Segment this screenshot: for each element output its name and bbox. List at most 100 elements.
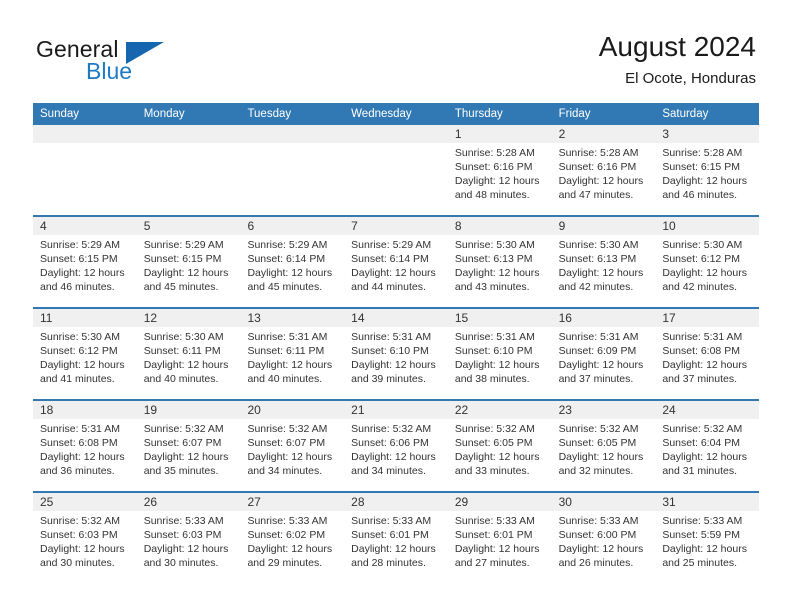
day-detail-line: Sunset: 6:05 PM	[558, 437, 637, 449]
day-detail-line: and 43 minutes.	[454, 281, 530, 293]
day-number[interactable]: 24	[655, 401, 759, 419]
day-cell[interactable]: Sunrise: 5:33 AM Sunset: 6:02 PM Daylight:…	[240, 511, 344, 583]
day-cell[interactable]: Sunrise: 5:30 AM Sunset: 6:13 PM Daylight:…	[552, 235, 656, 307]
day-number[interactable]: 2	[552, 125, 656, 143]
page-subtitle: El Ocote, Honduras	[625, 70, 756, 87]
day-number[interactable]: 19	[137, 401, 241, 419]
day-cell[interactable]: Sunrise: 5:33 AM Sunset: 5:59 PM Daylight:…	[655, 511, 759, 583]
day-cell[interactable]: Sunrise: 5:33 AM Sunset: 6:01 PM Daylight:…	[344, 511, 448, 583]
day-number[interactable]: 30	[552, 493, 656, 511]
day-number[interactable]: 31	[655, 493, 759, 511]
day-number[interactable]: 12	[137, 309, 241, 327]
day-cell[interactable]: Sunrise: 5:33 AM Sunset: 6:01 PM Daylight:…	[448, 511, 552, 583]
day-detail-line: Sunset: 6:10 PM	[351, 345, 429, 357]
day-cell[interactable]: Sunrise: 5:31 AM Sunset: 6:08 PM Daylight:…	[655, 327, 759, 399]
day-detail-line: Sunrise: 5:29 AM	[40, 239, 120, 251]
day-detail-line: Sunrise: 5:29 AM	[247, 239, 328, 251]
day-cell[interactable]: Sunrise: 5:29 AM Sunset: 6:15 PM Daylight:…	[33, 235, 137, 307]
day-detail-line: Daylight: 12 hours	[558, 543, 644, 555]
day-detail-line: Sunrise: 5:32 AM	[662, 423, 743, 435]
calendar-week-row: 11 12 13 14 15 16 17 Sunrise: 5:30 AM Sunset: 6:…	[33, 307, 759, 399]
day-number[interactable]: 25	[33, 493, 137, 511]
day-detail-line: Sunset: 6:11 PM	[247, 345, 325, 357]
day-number[interactable]: 18	[33, 401, 137, 419]
day-cell[interactable]: Sunrise: 5:30 AM Sunset: 6:12 PM Daylight:…	[655, 235, 759, 307]
day-number[interactable]: 6	[240, 217, 344, 235]
day-number[interactable]: 14	[344, 309, 448, 327]
day-cell[interactable]: Sunrise: 5:29 AM Sunset: 6:14 PM Daylight:…	[344, 235, 448, 307]
day-detail-row: Sunrise: 5:32 AM Sunset: 6:03 PM Daylight:…	[33, 511, 759, 583]
day-cell[interactable]: Sunrise: 5:32 AM Sunset: 6:07 PM Daylight:…	[137, 419, 241, 491]
title-block: August 2024 El Ocote, Honduras	[599, 30, 756, 90]
day-cell[interactable]: Sunrise: 5:32 AM Sunset: 6:05 PM Daylight:…	[448, 419, 552, 491]
weekday-header-friday: Friday	[558, 108, 591, 120]
day-cell[interactable]: Sunrise: 5:28 AM Sunset: 6:15 PM Daylight:…	[655, 143, 759, 215]
day-cell[interactable]: Sunrise: 5:28 AM Sunset: 6:16 PM Daylight:…	[552, 143, 656, 215]
day-cell[interactable]: Sunrise: 5:32 AM Sunset: 6:04 PM Daylight:…	[655, 419, 759, 491]
day-number-row: 18 19 20 21 22 23 24	[33, 401, 759, 419]
day-number[interactable]: 21	[344, 401, 448, 419]
day-cell[interactable]: Sunrise: 5:33 AM Sunset: 6:00 PM Daylight:…	[552, 511, 656, 583]
day-detail-line: and 37 minutes.	[558, 373, 634, 385]
day-number[interactable]: 26	[137, 493, 241, 511]
day-detail-line: and 41 minutes.	[40, 373, 115, 385]
day-number[interactable]: 5	[137, 217, 241, 235]
day-cell[interactable]: Sunrise: 5:30 AM Sunset: 6:11 PM Daylight:…	[137, 327, 241, 399]
day-number[interactable]: 1	[448, 125, 552, 143]
day-number[interactable]: 20	[240, 401, 344, 419]
day-number[interactable]: 8	[448, 217, 552, 235]
day-detail-line: Daylight: 12 hours	[247, 359, 333, 371]
day-cell[interactable]: Sunrise: 5:29 AM Sunset: 6:15 PM Daylight:…	[137, 235, 241, 307]
day-number[interactable]: 7	[344, 217, 448, 235]
day-detail-line: and 34 minutes.	[247, 465, 323, 477]
day-detail-row: Sunrise: 5:29 AM Sunset: 6:15 PM Daylight:…	[33, 235, 759, 307]
day-detail-line: Sunrise: 5:33 AM	[662, 515, 743, 527]
day-number[interactable]: 9	[552, 217, 656, 235]
day-cell[interactable]: Sunrise: 5:33 AM Sunset: 6:03 PM Daylight:…	[137, 511, 241, 583]
day-number[interactable]: 29	[448, 493, 552, 511]
calendar-weeks: 1 2 3 Sunrise: 5:28 AM Sunset: 6:16 PM Daylig…	[33, 125, 759, 583]
day-cell[interactable]: Sunrise: 5:31 AM Sunset: 6:09 PM Daylight:…	[552, 327, 656, 399]
day-number[interactable]: 3	[655, 125, 759, 143]
day-detail-line: Sunrise: 5:28 AM	[454, 147, 535, 159]
day-number[interactable]: 16	[552, 309, 656, 327]
day-detail-line: Sunset: 6:05 PM	[454, 437, 533, 449]
day-cell[interactable]: Sunrise: 5:29 AM Sunset: 6:14 PM Daylight:…	[240, 235, 344, 307]
day-detail-line: Sunset: 6:04 PM	[662, 437, 740, 449]
day-number-empty	[137, 125, 241, 143]
day-cell[interactable]: Sunrise: 5:31 AM Sunset: 6:08 PM Daylight:…	[33, 419, 137, 491]
day-number[interactable]: 22	[448, 401, 552, 419]
day-number[interactable]: 10	[655, 217, 759, 235]
day-detail-line: and 30 minutes.	[143, 557, 219, 569]
day-cell[interactable]: Sunrise: 5:30 AM Sunset: 6:12 PM Daylight:…	[33, 327, 137, 399]
day-detail-line: Daylight: 12 hours	[351, 543, 436, 555]
day-number[interactable]: 17	[655, 309, 759, 327]
day-cell[interactable]: Sunrise: 5:28 AM Sunset: 6:16 PM Daylight:…	[448, 143, 552, 215]
brand-name-blue: Blue	[86, 58, 133, 84]
day-cell[interactable]: Sunrise: 5:31 AM Sunset: 6:10 PM Daylight:…	[448, 327, 552, 399]
day-detail-line: and 31 minutes.	[662, 465, 738, 477]
day-number[interactable]: 13	[240, 309, 344, 327]
day-number[interactable]: 4	[33, 217, 137, 235]
day-cell[interactable]: Sunrise: 5:32 AM Sunset: 6:07 PM Daylight:…	[240, 419, 344, 491]
day-detail-line: Sunrise: 5:33 AM	[558, 515, 639, 527]
day-detail-line: Sunrise: 5:31 AM	[454, 331, 535, 343]
day-number[interactable]: 28	[344, 493, 448, 511]
day-detail-line: Sunset: 6:10 PM	[454, 345, 533, 357]
day-detail-line: and 46 minutes.	[40, 281, 115, 293]
day-detail-line: and 42 minutes.	[558, 281, 634, 293]
day-number[interactable]: 23	[552, 401, 656, 419]
day-cell[interactable]: Sunrise: 5:31 AM Sunset: 6:10 PM Daylight:…	[344, 327, 448, 399]
day-detail-line: Daylight: 12 hours	[454, 359, 540, 371]
day-cell[interactable]: Sunrise: 5:30 AM Sunset: 6:13 PM Daylight:…	[448, 235, 552, 307]
weekday-header-tuesday: Tuesday	[247, 108, 292, 120]
day-detail-line: Sunrise: 5:33 AM	[247, 515, 328, 527]
brand-logo[interactable]: General Blue	[36, 36, 276, 92]
day-number[interactable]: 27	[240, 493, 344, 511]
day-number[interactable]: 15	[448, 309, 552, 327]
day-number[interactable]: 11	[33, 309, 137, 327]
day-cell[interactable]: Sunrise: 5:32 AM Sunset: 6:05 PM Daylight:…	[552, 419, 656, 491]
day-cell[interactable]: Sunrise: 5:31 AM Sunset: 6:11 PM Daylight:…	[240, 327, 344, 399]
day-cell[interactable]: Sunrise: 5:32 AM Sunset: 6:03 PM Daylight:…	[33, 511, 137, 583]
day-cell[interactable]: Sunrise: 5:32 AM Sunset: 6:06 PM Daylight:…	[344, 419, 448, 491]
